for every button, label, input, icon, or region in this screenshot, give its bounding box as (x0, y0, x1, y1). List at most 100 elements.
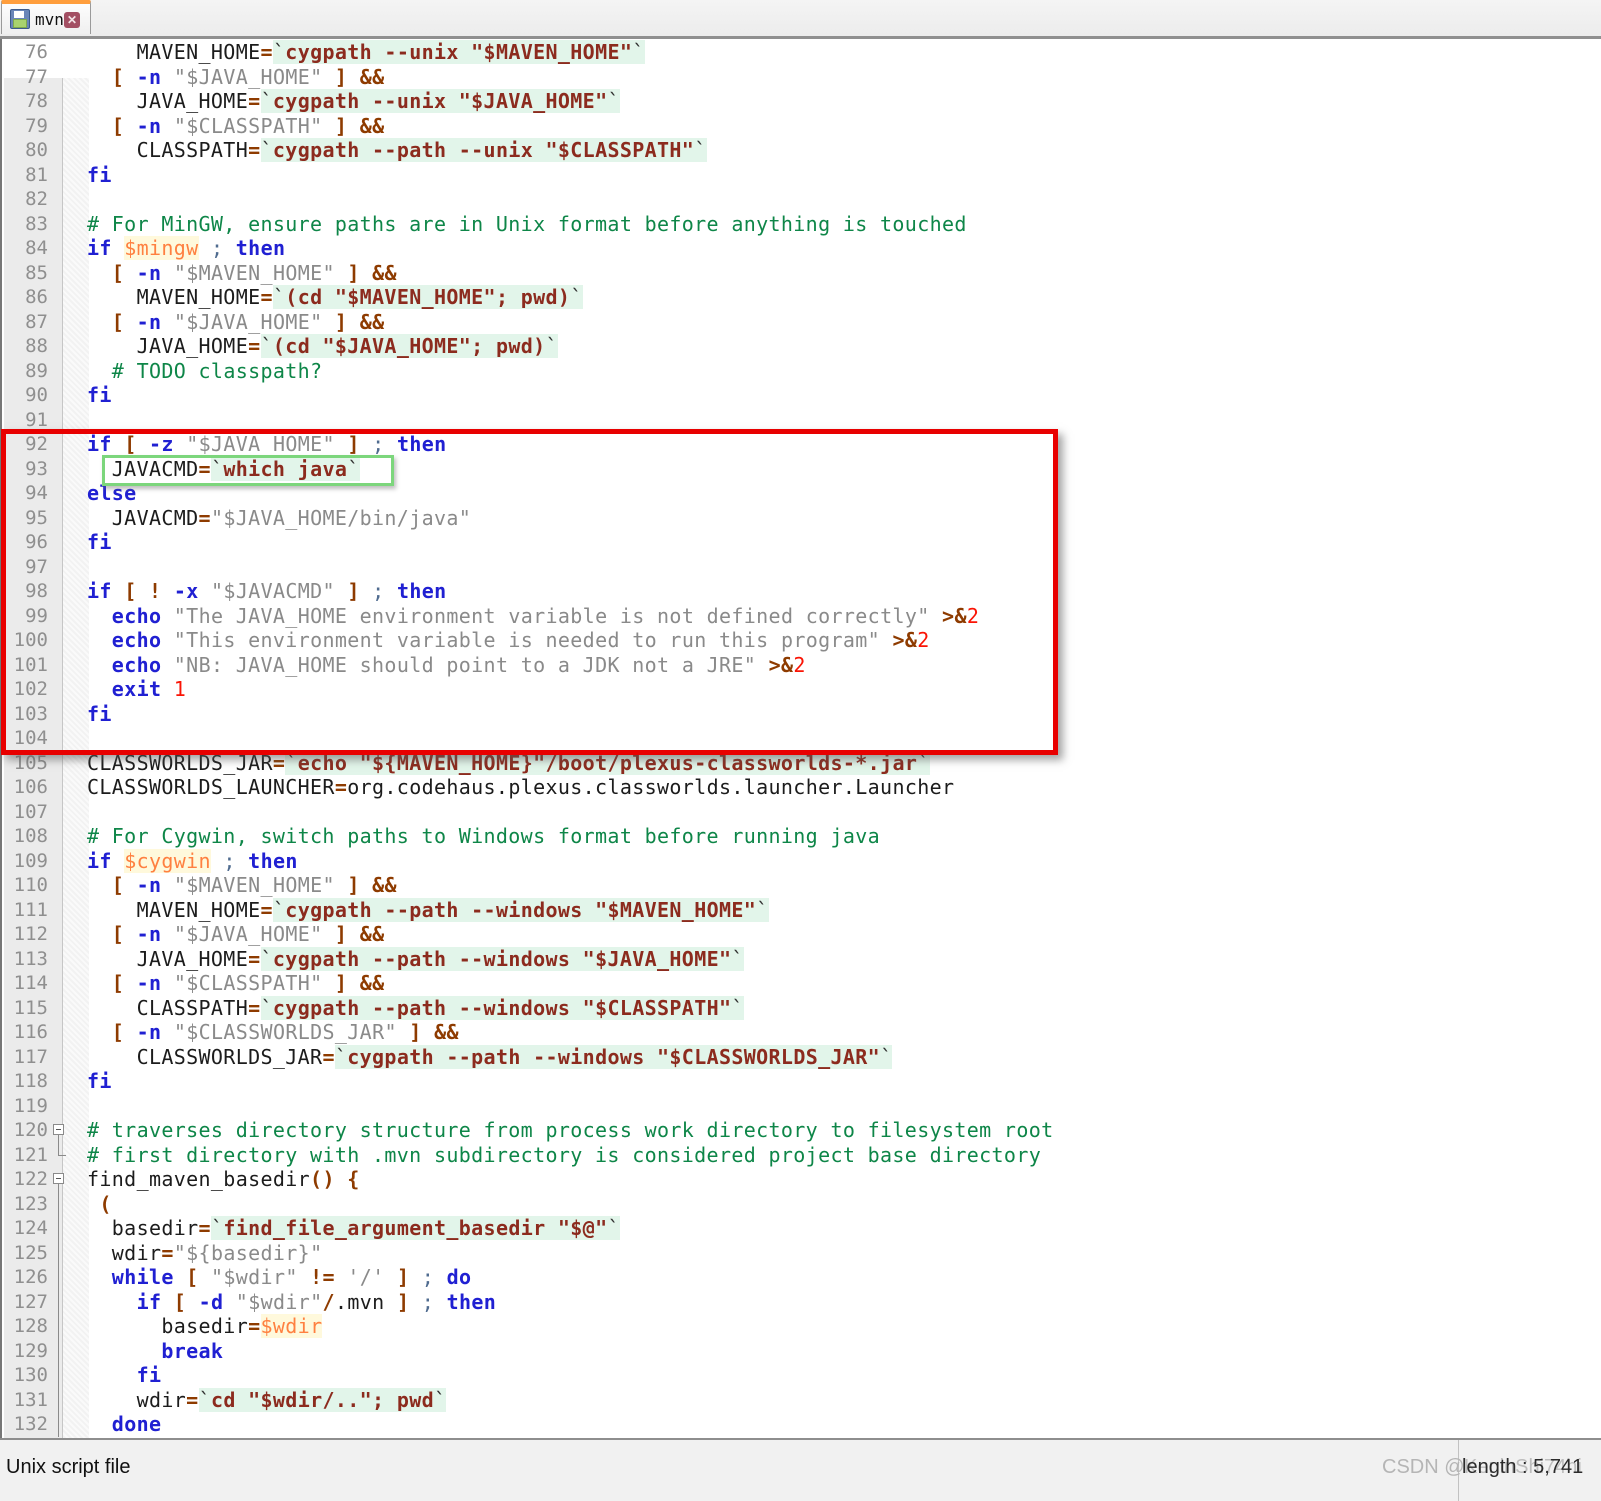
fold-guide-line (58, 1338, 59, 1363)
code-line: 114 [ -n "$CLASSPATH" ] && (0, 971, 1601, 996)
code-token: ; (372, 432, 385, 456)
code-token: ` (570, 285, 583, 309)
fold-margin-cell (48, 653, 87, 678)
tab-mvn[interactable]: mvn ✕ (1, 0, 91, 34)
fold-margin-cell (48, 824, 87, 849)
code-line: 78 JAVA_HOME=`cygpath --unix "$JAVA_HOME… (0, 89, 1601, 114)
code-token: ` (607, 1216, 620, 1240)
code-line: 106 CLASSWORLDS_LAUNCHER=org.codehaus.ple… (0, 775, 1601, 800)
code-line: 111 MAVEN_HOME=`cygpath --path --windows… (0, 897, 1601, 923)
fold-collapse-icon[interactable] (53, 1173, 64, 1184)
code-token: = (198, 505, 211, 530)
code-token: >& (892, 628, 918, 652)
fold-margin-cell (48, 89, 87, 114)
line-number: 92 (25, 433, 48, 455)
code-token: [ (111, 113, 125, 138)
code-token: = (248, 946, 261, 971)
fold-margin-cell (48, 898, 87, 923)
code-token: which java (223, 456, 348, 481)
code-token: JAVACMD (87, 505, 199, 530)
fold-margin-cell (48, 849, 87, 874)
line-number: 130 (13, 1364, 48, 1386)
code-token: ` (285, 750, 298, 775)
code-token: ] (409, 1020, 422, 1044)
code-line: 86 MAVEN_HOME=`(cd "$MAVEN_HOME"; pwd)` (0, 285, 1601, 310)
code-token: ` (272, 285, 286, 309)
line-number: 91 (25, 408, 48, 431)
tab-title: mvn (35, 10, 64, 29)
fold-margin-cell (48, 261, 87, 286)
fold-margin-cell (48, 40, 87, 65)
code-line: 93 JAVACMD=`which java` (0, 456, 1601, 482)
code-token: ; (210, 236, 224, 260)
code-token: && (359, 309, 385, 334)
line-number: 109 (13, 849, 48, 872)
line-number: 84 (25, 237, 48, 259)
code-token: = (260, 285, 273, 309)
fold-margin-cell (48, 628, 87, 653)
code-token: = (260, 40, 273, 64)
fold-guide-line (58, 1240, 59, 1265)
line-number: 108 (13, 825, 48, 847)
code-token: MAVEN_HOME (87, 40, 261, 64)
code-token: -n (136, 113, 162, 138)
code-token: if (87, 236, 112, 260)
code-token: ; (421, 1265, 435, 1289)
fold-collapse-icon[interactable] (53, 1124, 64, 1135)
close-icon[interactable]: ✕ (64, 12, 80, 28)
code-token: (cd "$MAVEN_HOME"; pwd) (285, 285, 571, 309)
code-token: exit (111, 677, 162, 701)
code-token: ` (334, 1044, 348, 1069)
fold-margin-cell (48, 677, 87, 702)
code-token: # first directory with .mvn subdirectory… (87, 1142, 1042, 1167)
code-line: 87 [ -n "$JAVA_HOME" ] && (0, 310, 1601, 335)
code-token: ( (99, 1191, 112, 1216)
code-token: echo (111, 628, 162, 652)
fold-margin-cell (48, 506, 87, 531)
code-line: 102 exit 1 (0, 677, 1601, 702)
code-token: "NB: JAVA_HOME should point to a JDK not… (173, 652, 757, 677)
line-number: 120 (13, 1119, 48, 1141)
code-token: 1 (173, 677, 187, 701)
code-token: [ (124, 432, 137, 456)
code-token: if (136, 1289, 162, 1314)
code-token: cygpath --unix "$JAVA_HOME" (272, 89, 608, 113)
code-token: ` (347, 456, 360, 481)
code-token: = (334, 775, 348, 799)
code-line: 85 [ -n "$MAVEN_HOME" ] && (0, 261, 1601, 286)
code-line: 108 # For Cygwin, switch paths to Windows… (0, 824, 1601, 849)
code-token: [ (186, 1265, 199, 1289)
code-line: 116 [ -n "$CLASSWORLDS_JAR" ] && (0, 1020, 1601, 1045)
code-token: ] (334, 309, 348, 334)
code-token: ` (694, 138, 707, 162)
fold-guide-line (58, 1135, 59, 1143)
code-token: -n (136, 260, 162, 285)
fold-margin-cell (48, 114, 87, 139)
fold-margin-cell (48, 1216, 87, 1241)
code-token: ] (396, 1265, 410, 1289)
code-line: 97 (0, 555, 1601, 580)
code-token: ` (210, 1216, 224, 1240)
status-length: length : 5,741 (1462, 1456, 1584, 1478)
fold-margin-cell (48, 212, 87, 237)
